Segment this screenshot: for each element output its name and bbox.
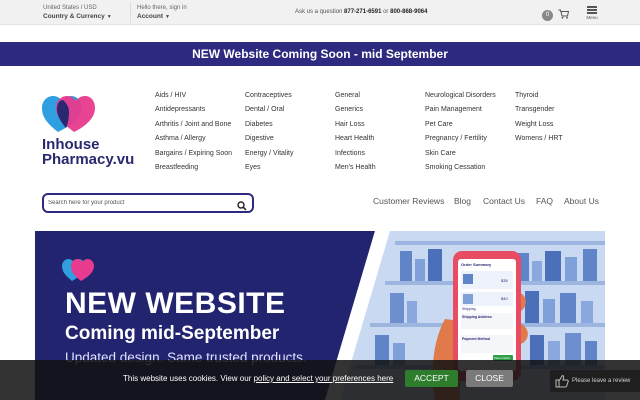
category-link[interactable]: Neurological Disorders	[425, 90, 496, 104]
category-link[interactable]: Diabetes	[245, 119, 294, 133]
category-link[interactable]: Bargains / Expiring Soon	[155, 148, 232, 162]
country-currency-selector[interactable]: United States / USD Country & Currency ▼	[43, 4, 112, 21]
menu-button[interactable]: Menu	[585, 5, 599, 20]
leave-review-widget[interactable]: Please leave a review	[550, 370, 640, 392]
nav-contact-us[interactable]: Contact Us	[483, 196, 525, 206]
chevron-down-icon: ▼	[106, 14, 112, 20]
top-utility-bar: United States / USD Country & Currency ▼ …	[0, 0, 640, 25]
logo-wordmark[interactable]: Inhouse Pharmacy.vu	[42, 137, 134, 167]
account-greeting: Hello there, sign in	[137, 5, 187, 11]
cart-icon	[558, 6, 570, 24]
nav-about-us[interactable]: About Us	[564, 196, 599, 206]
nav-customer-reviews[interactable]: Customer Reviews	[373, 196, 444, 206]
cookie-consent-bar: This website uses cookies. View our poli…	[0, 360, 640, 400]
accept-cookies-button[interactable]: ACCEPT	[405, 370, 458, 387]
category-link[interactable]: Hair Loss	[335, 119, 376, 133]
nav-faq[interactable]: FAQ	[536, 196, 553, 206]
category-link[interactable]: Pregnancy / Fertility	[425, 133, 496, 147]
category-link[interactable]: Womens / HRT	[515, 133, 563, 147]
thumbs-up-icon	[555, 374, 569, 398]
logo-line-2: Pharmacy.vu	[42, 151, 135, 168]
category-link[interactable]: Infections	[335, 148, 376, 162]
category-link[interactable]: Men's Health	[335, 162, 376, 176]
category-link[interactable]: Eyes	[245, 162, 294, 176]
category-link[interactable]: Dental / Oral	[245, 104, 294, 118]
category-link[interactable]: Heart Health	[335, 133, 376, 147]
category-link[interactable]: Contraceptives	[245, 90, 294, 104]
logo-line-1: Inhouse	[42, 136, 100, 153]
category-column-2: Contraceptives Dental / Oral Diabetes Di…	[245, 90, 294, 176]
banner-title: NEW WEBSITE	[65, 287, 286, 320]
category-link[interactable]: Breastfeeding	[155, 162, 232, 176]
category-column-4: Neurological Disorders Pain Management P…	[425, 90, 496, 176]
divider	[130, 2, 131, 23]
hamburger-icon	[585, 6, 599, 14]
phone-shipping: Shipping	[462, 307, 476, 311]
nav-blog[interactable]: Blog	[454, 196, 471, 206]
search-input[interactable]	[48, 197, 228, 209]
cookie-policy-link[interactable]: policy and select your preferences here	[254, 374, 394, 383]
phone-link-1[interactable]: 877-271-6591	[344, 9, 381, 15]
category-link[interactable]: General	[335, 90, 376, 104]
cart-count-badge: 0	[542, 9, 553, 21]
category-link[interactable]: Transgender	[515, 104, 563, 118]
category-link[interactable]: Skin Care	[425, 148, 496, 162]
category-link[interactable]: Antidepressants	[155, 104, 232, 118]
phone-order-summary: Order Summary	[461, 262, 492, 267]
or-text: or	[383, 9, 389, 15]
cart-button[interactable]: 0	[542, 6, 570, 24]
category-link[interactable]: Asthma / Allergy	[155, 133, 232, 147]
category-link[interactable]: Weight Loss	[515, 119, 563, 133]
logo-hearts-icon[interactable]	[40, 94, 96, 139]
search-box	[42, 193, 254, 213]
category-link[interactable]: Generics	[335, 104, 376, 118]
category-link[interactable]: Arthritis / Joint and Bone	[155, 119, 232, 133]
announcement-bar: NEW Website Coming Soon - mid September	[0, 42, 640, 66]
category-link[interactable]: Thyroid	[515, 90, 563, 104]
category-column-5: Thyroid Transgender Weight Loss Womens /…	[515, 90, 563, 148]
account-menu[interactable]: Hello there, sign in Account ▼	[137, 4, 187, 21]
banner-subtitle: Coming mid-September	[65, 323, 280, 344]
close-cookies-button[interactable]: CLOSE	[466, 370, 513, 387]
phone-link-2[interactable]: 800-868-9064	[390, 9, 427, 15]
category-link[interactable]: Aids / HIV	[155, 90, 232, 104]
category-link[interactable]: Pet Care	[425, 119, 496, 133]
phone-shipping-address: Shipping Address	[462, 315, 492, 319]
category-column-1: Aids / HIV Antidepressants Arthritis / J…	[155, 90, 232, 176]
category-link[interactable]: Smoking Cessation	[425, 162, 496, 176]
menu-label: Menu	[586, 15, 598, 20]
region-current: United States / USD	[43, 5, 97, 11]
cookie-message: This website uses cookies. View our poli…	[123, 374, 393, 383]
category-link[interactable]: Energy / Vitality	[245, 148, 294, 162]
category-link[interactable]: Digestive	[245, 133, 294, 147]
account-label: Account	[137, 13, 163, 20]
chevron-down-icon: ▼	[165, 14, 170, 20]
phone-price-1: $35	[501, 278, 508, 283]
phone-payment-method: Payment Method	[462, 337, 491, 341]
cookie-text: This website uses cookies. View our	[123, 374, 252, 383]
contact-phone-line: Ask us a question 877-271-6591 or 800-86…	[295, 9, 427, 15]
region-label: Country & Currency	[43, 13, 105, 20]
search-icon[interactable]	[237, 198, 247, 216]
phone-price-2: $40	[501, 296, 508, 301]
review-label: Please leave a review	[572, 378, 631, 384]
category-link[interactable]: Pain Management	[425, 104, 496, 118]
category-column-3: General Generics Hair Loss Heart Health …	[335, 90, 376, 176]
ask-prefix: Ask us a question	[295, 9, 343, 15]
